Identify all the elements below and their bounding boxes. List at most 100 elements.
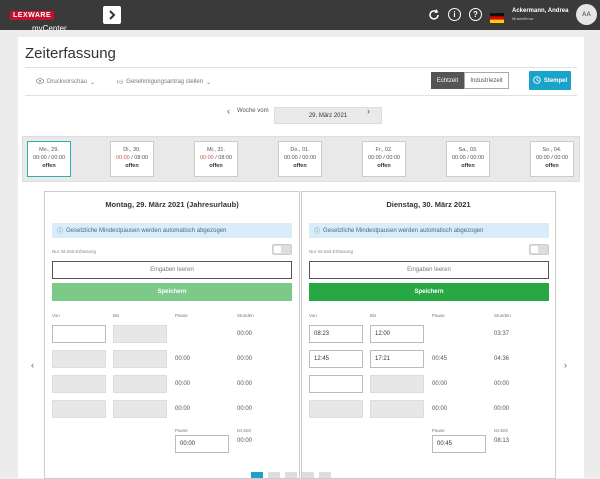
day-card-tue[interactable]: Di., 30. 00:00 / 08:00 offen <box>110 141 154 177</box>
total-pause-input[interactable]: 00:00 <box>175 435 229 453</box>
day-card-mon[interactable]: Mo., 29. 00:00 / 00:00 offen <box>27 141 71 177</box>
pause-value: 00:00 <box>175 406 191 412</box>
pager-dot[interactable] <box>268 472 280 478</box>
user-company: Musterfirma <box>512 16 534 21</box>
col-from: Von <box>52 313 60 318</box>
page-title: Zeiterfassung <box>25 45 116 62</box>
day-times: 00:00 / 08:00 <box>199 155 233 161</box>
pause-value: 00:45 <box>432 356 448 362</box>
print-preview-menu[interactable]: Druckvorschau ⌄ <box>36 78 95 86</box>
to-input[interactable] <box>113 325 167 343</box>
divider <box>25 67 577 68</box>
to-input[interactable] <box>113 375 167 393</box>
day-status: offen <box>461 163 475 169</box>
chevron-right-icon[interactable] <box>103 6 121 24</box>
hours-value: 00:00 <box>237 406 253 412</box>
from-input[interactable] <box>309 400 363 418</box>
to-input[interactable] <box>370 375 424 393</box>
hours-value: 03:37 <box>494 331 510 337</box>
toggle-label: Nur Ist-Zeit-Erfassung <box>52 249 97 254</box>
pause-value: 00:00 <box>432 406 448 412</box>
pager-dot[interactable] <box>285 472 297 478</box>
thumbs-up-icon: 👍︎ <box>117 80 124 86</box>
from-input[interactable] <box>52 375 106 393</box>
ist-time-value: 08:13 <box>494 438 510 444</box>
save-button[interactable]: Speichern <box>309 283 549 301</box>
day-header: So., 04. <box>542 147 562 153</box>
pager-dot-active[interactable] <box>251 472 263 478</box>
to-input[interactable]: 17:21 <box>370 350 424 368</box>
day-strip: Mo., 29. 00:00 / 00:00 offen Di., 30. 00… <box>22 136 580 182</box>
to-input[interactable] <box>113 350 167 368</box>
from-input[interactable] <box>52 400 106 418</box>
from-input[interactable]: 08:23 <box>309 325 363 343</box>
save-button[interactable]: Speichern <box>52 283 292 301</box>
day-card-wed[interactable]: Mi., 31. 00:00 / 08:00 offen <box>194 141 238 177</box>
pager-dot[interactable] <box>319 472 331 478</box>
chevron-down-icon: ⌄ <box>90 79 96 86</box>
avatar[interactable]: AA <box>576 4 597 25</box>
day-header: Mo., 29. <box>39 147 59 153</box>
hours-value: 00:00 <box>494 406 510 412</box>
hours-value: 04:36 <box>494 356 510 362</box>
eye-icon <box>36 78 44 86</box>
day-status: offen <box>293 163 307 169</box>
to-input[interactable] <box>113 400 167 418</box>
refresh-icon[interactable] <box>427 8 440 21</box>
day-card-fri[interactable]: Fr., 02. 00:00 / 00:00 offen <box>362 141 406 177</box>
next-week-icon[interactable]: › <box>367 106 370 116</box>
clear-entries-button[interactable]: Eingaben leeren <box>309 261 549 279</box>
hours-value: 00:00 <box>237 356 253 362</box>
day-times: 00:00 / 00:00 <box>367 155 401 161</box>
day-card-thu[interactable]: Do., 01. 00:00 / 00:00 offen <box>278 141 322 177</box>
previous-day-icon[interactable]: ‹ <box>31 360 34 370</box>
mode-industrial-button[interactable]: Industriezeit <box>464 72 509 89</box>
toggle-label: Nur Ist-Zeit-Erfassung <box>309 249 354 254</box>
info-icon[interactable]: i <box>448 8 461 21</box>
total-pause-label: Pause <box>175 428 188 433</box>
info-icon: ⓘ <box>314 229 321 235</box>
from-input[interactable] <box>309 375 363 393</box>
clear-entries-button[interactable]: Eingaben leeren <box>52 261 292 279</box>
approval-request-menu[interactable]: 👍︎ Genehmigungsantrag stellen ⌄ <box>117 78 211 86</box>
week-date-input[interactable]: 29. März 2021 <box>274 107 382 124</box>
from-input[interactable] <box>52 325 106 343</box>
mode-realtime-button[interactable]: Echtzeit <box>431 72 464 89</box>
ist-time-label: Ist-Zeit <box>494 428 508 433</box>
day-status: offen <box>209 163 223 169</box>
day-header: Mi., 31. <box>206 147 226 153</box>
divider <box>25 95 577 96</box>
day-times: 00:00 / 00:00 <box>535 155 569 161</box>
stamp-button[interactable]: Stempel <box>529 71 571 90</box>
info-text: Gesetzliche Mindestpausen werden automat… <box>323 227 484 234</box>
day-header: Fr., 02. <box>375 147 393 153</box>
day-panel-tue: Dienstag, 30. März 2021 ⓘ Gesetzliche Mi… <box>301 191 556 479</box>
to-input[interactable]: 12:00 <box>370 325 424 343</box>
previous-week-icon[interactable]: ‹ <box>227 106 230 116</box>
pause-value: 00:00 <box>175 381 191 387</box>
total-pause-input[interactable]: 00:45 <box>432 435 486 453</box>
day-card-sun[interactable]: So., 04. 00:00 / 00:00 offen <box>530 141 574 177</box>
day-panel-mon: Montag, 29. März 2021 (Jahresurlaub) ⓘ G… <box>44 191 300 479</box>
help-icon[interactable]: ? <box>469 8 482 21</box>
day-times: 00:00 / 08:00 <box>115 155 149 161</box>
pager-dot[interactable] <box>302 472 314 478</box>
ist-time-toggle[interactable] <box>272 244 292 255</box>
info-banner: ⓘ Gesetzliche Mindestpausen werden autom… <box>52 223 292 238</box>
ist-time-toggle[interactable] <box>529 244 549 255</box>
to-input[interactable] <box>370 400 424 418</box>
user-name[interactable]: Ackermann, Andrea <box>512 8 568 14</box>
day-status: offen <box>42 163 56 169</box>
ist-time-label: Ist-Zeit <box>237 428 251 433</box>
german-flag-icon[interactable] <box>490 10 504 23</box>
col-hours: Stunden <box>237 313 254 318</box>
hours-value: 00:00 <box>237 381 253 387</box>
day-times: 00:00 / 00:00 <box>32 155 66 161</box>
stamp-label: Stempel <box>543 77 568 84</box>
col-pause: Pause <box>432 313 445 318</box>
from-input[interactable]: 12:45 <box>309 350 363 368</box>
day-card-sat[interactable]: Sa., 03. 00:00 / 00:00 offen <box>446 141 490 177</box>
next-day-icon[interactable]: › <box>564 360 567 370</box>
lexware-logo[interactable]: LEXWARE myCenter <box>10 4 68 33</box>
from-input[interactable] <box>52 350 106 368</box>
